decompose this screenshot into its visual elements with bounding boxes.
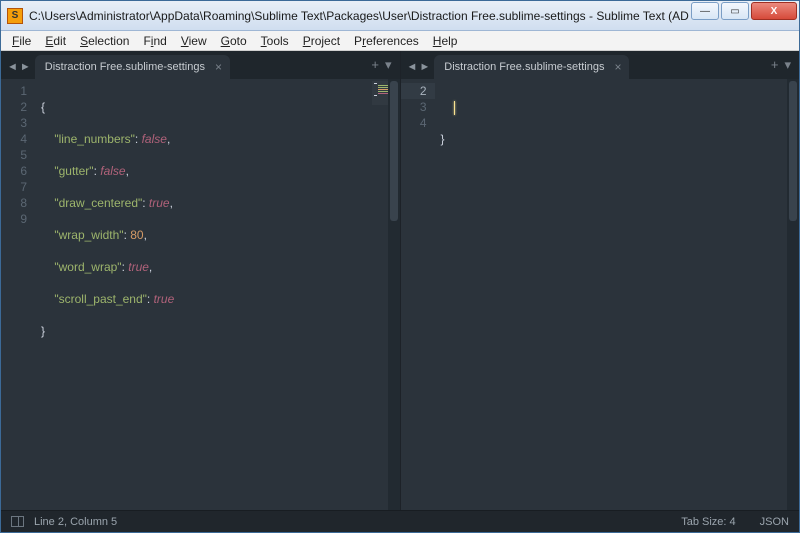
tab-size[interactable]: Tab Size: 4 bbox=[681, 516, 735, 528]
vertical-scrollbar[interactable] bbox=[388, 79, 400, 510]
line-number: 9 bbox=[1, 211, 27, 227]
tab-menu-icon[interactable]: ▾ bbox=[385, 57, 392, 73]
text-cursor bbox=[454, 101, 455, 115]
syntax-mode[interactable]: JSON bbox=[760, 516, 789, 528]
line-number: 3 bbox=[401, 99, 427, 115]
vertical-scrollbar[interactable] bbox=[787, 79, 799, 510]
window-title: C:\Users\Administrator\AppData\Roaming\S… bbox=[29, 9, 689, 23]
left-tab[interactable]: Distraction Free.sublime-settings × bbox=[35, 55, 230, 79]
menu-tools[interactable]: Tools bbox=[254, 32, 296, 50]
right-pane: ◄ ► Distraction Free.sublime-settings × … bbox=[401, 51, 800, 510]
line-number: 2 bbox=[1, 99, 27, 115]
line-number: 6 bbox=[1, 163, 27, 179]
menu-edit[interactable]: Edit bbox=[38, 32, 73, 50]
app-icon: S bbox=[7, 8, 23, 24]
status-bar: Line 2, Column 5 Tab Size: 4 JSON bbox=[1, 510, 799, 532]
tab-close-icon[interactable]: × bbox=[215, 60, 222, 74]
menu-bar: File Edit Selection Find View Goto Tools… bbox=[1, 31, 799, 51]
line-number: 4 bbox=[1, 131, 27, 147]
code-area[interactable]: } bbox=[435, 79, 800, 510]
menu-file[interactable]: File bbox=[5, 32, 38, 50]
menu-find[interactable]: Find bbox=[136, 32, 173, 50]
tab-close-icon[interactable]: × bbox=[614, 60, 621, 74]
left-editor[interactable]: 1 2 3 4 5 6 7 8 9 { "line_numbers": fals… bbox=[1, 79, 400, 510]
title-bar[interactable]: S C:\Users\Administrator\AppData\Roaming… bbox=[1, 1, 799, 31]
nav-back-icon[interactable]: ◄ bbox=[407, 61, 418, 73]
menu-goto[interactable]: Goto bbox=[214, 32, 254, 50]
cursor-position[interactable]: Line 2, Column 5 bbox=[34, 516, 117, 528]
tab-title: Distraction Free.sublime-settings bbox=[444, 61, 604, 73]
nav-history: ◄ ► bbox=[405, 61, 435, 79]
tab-title: Distraction Free.sublime-settings bbox=[45, 61, 205, 73]
line-number: 4 bbox=[401, 115, 427, 131]
line-number: 8 bbox=[1, 195, 27, 211]
menu-project[interactable]: Project bbox=[296, 32, 347, 50]
nav-forward-icon[interactable]: ► bbox=[419, 61, 430, 73]
editor-split: ◄ ► Distraction Free.sublime-settings × … bbox=[1, 51, 799, 510]
line-gutter: 2 3 4 bbox=[401, 79, 435, 510]
line-number: 2 bbox=[401, 83, 435, 99]
nav-forward-icon[interactable]: ► bbox=[20, 61, 31, 73]
app-window: S C:\Users\Administrator\AppData\Roaming… bbox=[0, 0, 800, 533]
left-tab-bar: ◄ ► Distraction Free.sublime-settings × … bbox=[1, 51, 400, 79]
left-pane: ◄ ► Distraction Free.sublime-settings × … bbox=[1, 51, 401, 510]
maximize-button[interactable]: ▭ bbox=[721, 2, 749, 20]
line-gutter: 1 2 3 4 5 6 7 8 9 bbox=[1, 79, 35, 510]
new-tab-icon[interactable]: + bbox=[771, 57, 779, 73]
tab-menu-icon[interactable]: ▾ bbox=[784, 57, 791, 73]
right-editor[interactable]: 2 3 4 } bbox=[401, 79, 800, 510]
panel-switch-icon[interactable] bbox=[11, 516, 24, 527]
right-tab-bar: ◄ ► Distraction Free.sublime-settings × … bbox=[401, 51, 800, 79]
menu-help[interactable]: Help bbox=[426, 32, 465, 50]
menu-selection[interactable]: Selection bbox=[73, 32, 136, 50]
close-button[interactable]: X bbox=[751, 2, 797, 20]
right-tab[interactable]: Distraction Free.sublime-settings × bbox=[434, 55, 629, 79]
menu-preferences[interactable]: Preferences bbox=[347, 32, 426, 50]
nav-back-icon[interactable]: ◄ bbox=[7, 61, 18, 73]
minimize-button[interactable]: — bbox=[691, 2, 719, 20]
line-number: 3 bbox=[1, 115, 27, 131]
nav-history: ◄ ► bbox=[5, 61, 35, 79]
code-area[interactable]: { "line_numbers": false, "gutter": false… bbox=[35, 79, 400, 510]
scrollbar-thumb[interactable] bbox=[390, 81, 398, 221]
line-number: 1 bbox=[1, 83, 27, 99]
window-controls: — ▭ X bbox=[689, 2, 797, 22]
new-tab-icon[interactable]: + bbox=[371, 57, 379, 73]
line-number: 5 bbox=[1, 147, 27, 163]
line-number: 7 bbox=[1, 179, 27, 195]
menu-view[interactable]: View bbox=[174, 32, 214, 50]
scrollbar-thumb[interactable] bbox=[789, 81, 797, 221]
